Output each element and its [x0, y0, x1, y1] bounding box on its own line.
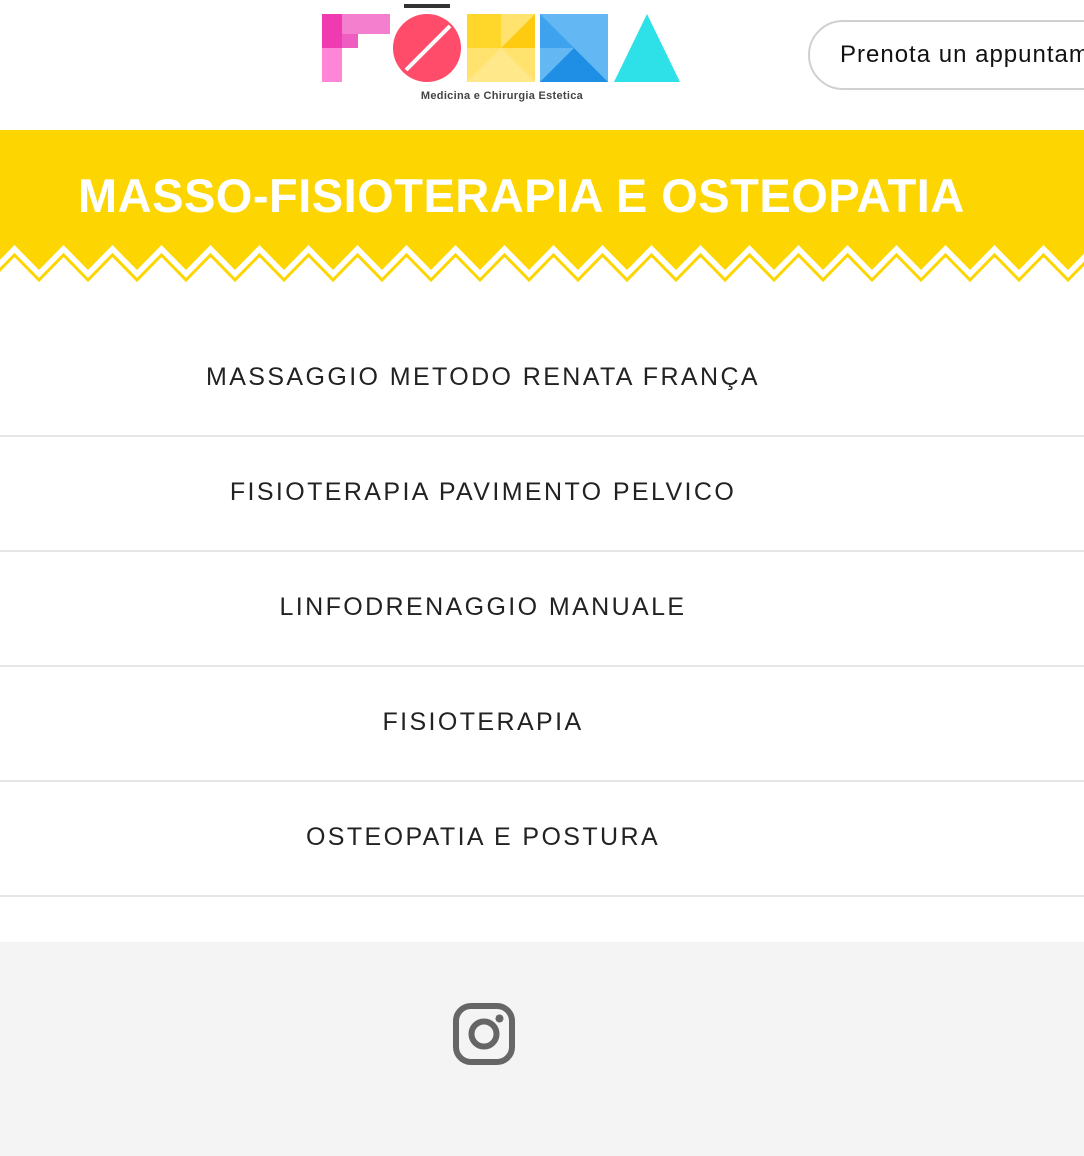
menu-item-label: MASSAGGIO METODO RENATA FRANÇA — [205, 363, 760, 391]
page-title: MASSO-FISIOTERAPIA E OSTEOPATIA — [78, 169, 965, 222]
logo-mark — [322, 4, 680, 82]
logo-tagline: Medicina e Chirurgia Estetica — [420, 90, 584, 102]
site-footer — [0, 942, 1084, 1156]
service-menu: MASSAGGIO METODO RENATA FRANÇA FISIOTERA… — [0, 322, 1084, 897]
instagram-icon[interactable] — [452, 1002, 516, 1066]
menu-item-label: OSTEOPATIA E POSTURA — [305, 823, 661, 851]
book-appointment-button[interactable]: Prenota un appuntamento — [808, 20, 1084, 90]
menu-item-fisioterapia-pavimento-pelvico[interactable]: FISIOTERAPIA PAVIMENTO PELVICO — [0, 437, 1084, 552]
menu-item-label: LINFODRENAGGIO MANUALE — [279, 593, 687, 621]
page-banner: MASSO-FISIOTERAPIA E OSTEOPATIA — [0, 130, 1084, 290]
menu-item-label: FISIOTERAPIA — [382, 708, 584, 736]
forma-logo[interactable]: Medicina e Chirurgia Estetica — [322, 4, 682, 108]
menu-item-label: FISIOTERAPIA PAVIMENTO PELVICO — [229, 478, 737, 506]
site-header: Medicina e Chirurgia Estetica Prenota un… — [0, 0, 1084, 130]
menu-item-linfodrenaggio-manuale[interactable]: LINFODRENAGGIO MANUALE — [0, 552, 1084, 667]
menu-item-fisioterapia[interactable]: FISIOTERAPIA — [0, 667, 1084, 782]
menu-item-massaggio-renata-franca[interactable]: MASSAGGIO METODO RENATA FRANÇA — [0, 322, 1084, 437]
menu-item-osteopatia-postura[interactable]: OSTEOPATIA E POSTURA — [0, 782, 1084, 897]
